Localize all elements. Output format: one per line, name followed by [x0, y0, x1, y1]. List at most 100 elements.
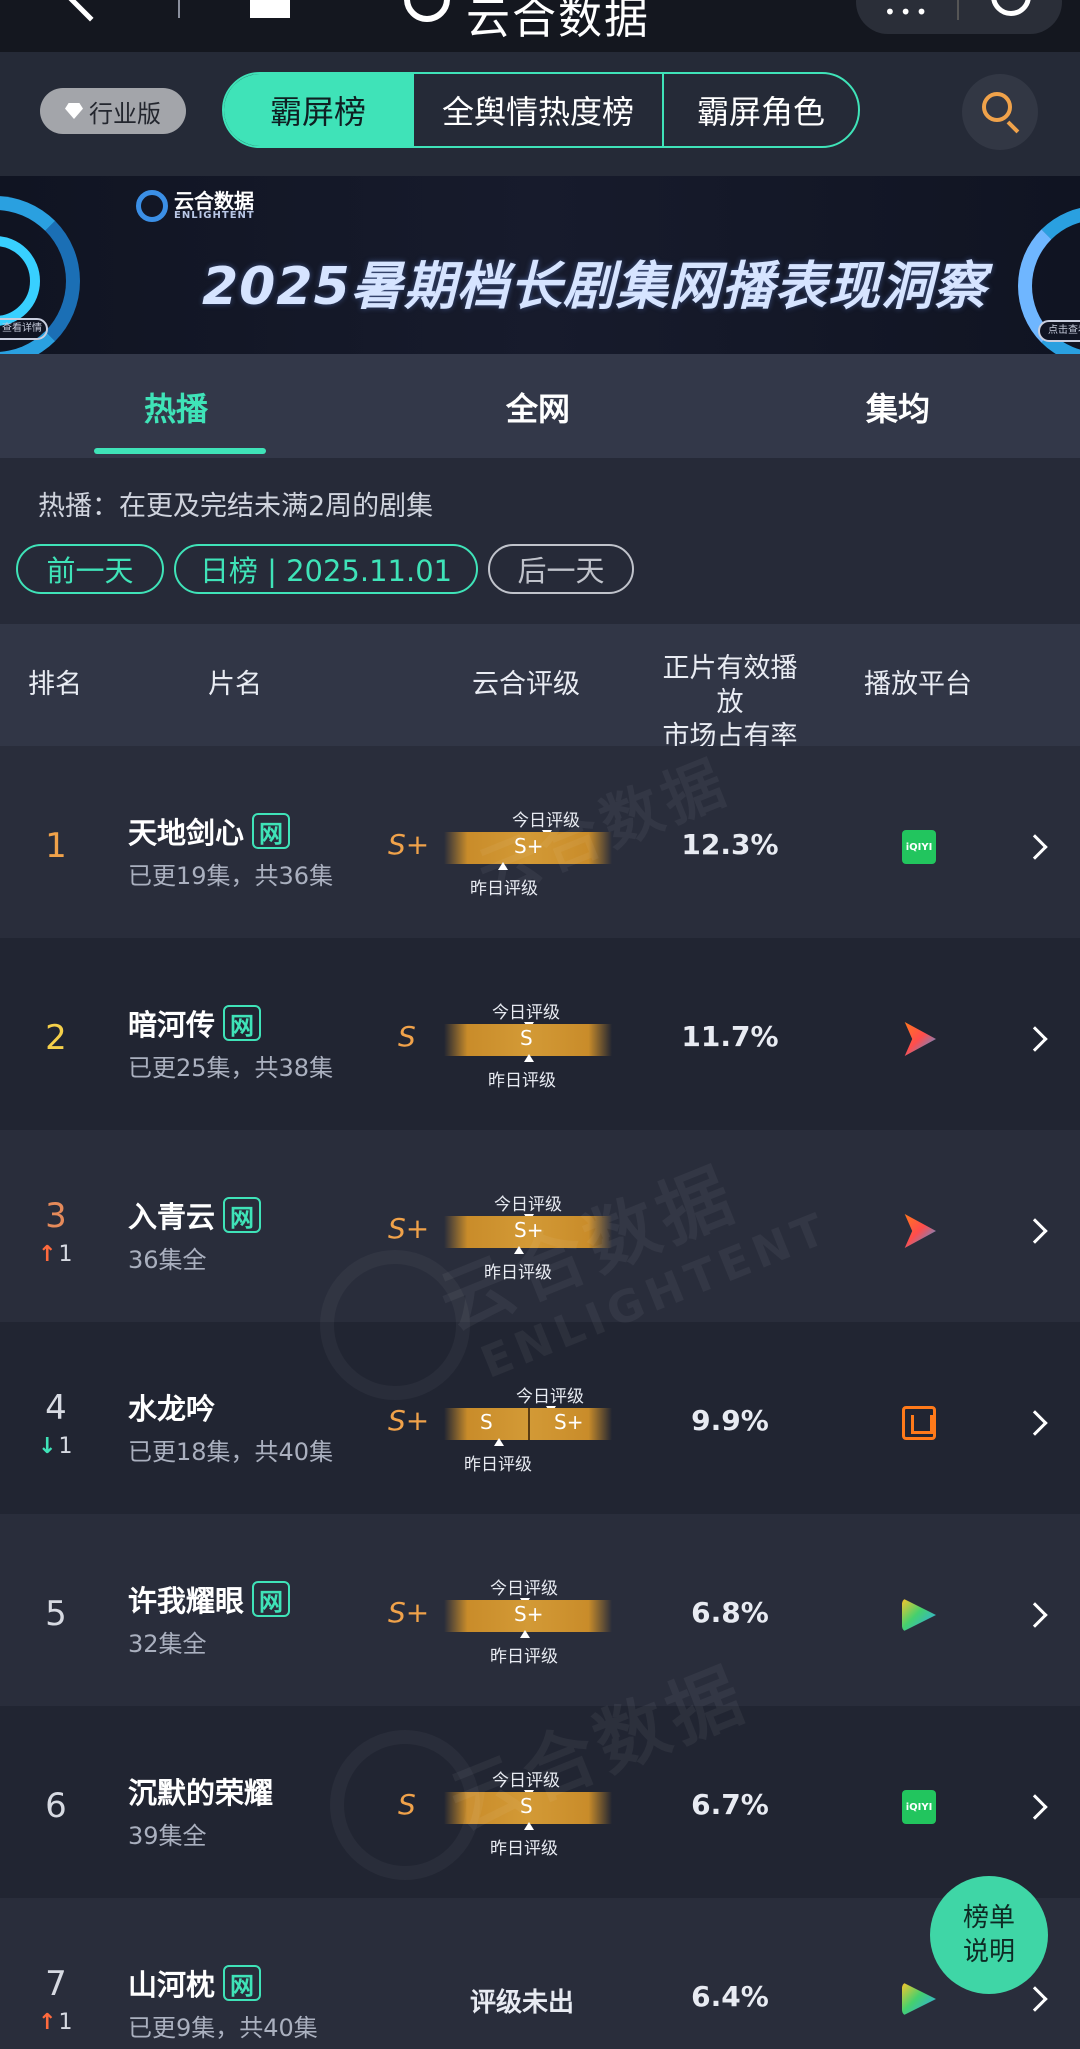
grade-value: S+: [388, 828, 430, 861]
market-share: 9.9%: [691, 1404, 769, 1437]
search-icon: [982, 92, 1012, 122]
rating-bar: S+: [444, 1216, 612, 1248]
tab-rebo[interactable]: 热播: [144, 384, 208, 430]
table-row[interactable]: 5 许我耀眼 网 32集全 S+ 今日评级 S+ 昨日评级 6.8%: [0, 1514, 1080, 1706]
web-drama-badge: 网: [252, 1581, 291, 1617]
ranking-type-tabs: 霸屏榜 全舆情热度榜 霸屏角色: [222, 72, 860, 148]
drama-title: 天地剑心 网: [128, 810, 291, 852]
episode-status: 32集全: [128, 1630, 207, 1658]
youku-icon: [904, 1214, 936, 1248]
home-icon[interactable]: [250, 0, 290, 18]
rank-number: 4: [45, 1388, 67, 1428]
iqiyi-icon: iQIYI: [902, 830, 936, 864]
grade-value: S+: [388, 1404, 430, 1437]
banner-left-pill: 查看详情: [0, 318, 48, 340]
yesterday-rating-label: 昨日评级: [490, 1647, 558, 1667]
drama-title: 暗河传 网: [128, 1002, 262, 1044]
grade-value: S: [398, 1788, 416, 1821]
back-icon[interactable]: [64, 0, 116, 22]
drama-title: 沉默的荣耀: [128, 1776, 274, 1810]
grade-value: S+: [388, 1596, 430, 1629]
drama-title: 许我耀眼 网: [128, 1578, 291, 1620]
next-day-button[interactable]: 后一天: [488, 544, 634, 594]
rank-number: 2: [45, 1018, 67, 1058]
date-selector[interactable]: 日榜 | 2025.11.01: [174, 544, 478, 594]
prev-day-button[interactable]: 前一天: [16, 544, 164, 594]
drama-title: 入青云 网: [128, 1194, 262, 1236]
tab-quanyuqing[interactable]: 全舆情热度榜: [414, 74, 664, 146]
yesterday-rating-label: 昨日评级: [490, 1839, 558, 1859]
tab-bapingbang[interactable]: 霸屏榜: [224, 74, 414, 146]
brand-logo-icon: [136, 190, 168, 222]
chevron-right-icon[interactable]: [1022, 1026, 1048, 1052]
edition-label: 行业版: [89, 99, 161, 128]
tab-bapingjuese[interactable]: 霸屏角色: [664, 74, 858, 146]
rating-bar: S+: [444, 832, 612, 864]
market-share: 6.4%: [691, 1980, 769, 2013]
more-icon[interactable]: •••: [884, 0, 931, 24]
col-rank: 排名: [28, 669, 82, 700]
ranking-explanation-button[interactable]: 榜单 说明: [930, 1876, 1048, 1994]
arrow-up-icon: ↑: [38, 1242, 57, 1267]
chevron-right-icon[interactable]: [1022, 1986, 1048, 2012]
web-drama-badge: 网: [223, 1965, 262, 2001]
grade-value: S: [398, 1020, 416, 1053]
col-title: 片名: [208, 669, 262, 700]
iqiyi-icon: iQIYI: [902, 1790, 936, 1824]
rank-number: 3: [45, 1196, 67, 1236]
sub-tabs: 热播 全网 集均: [0, 354, 1080, 458]
chevron-right-icon[interactable]: [1022, 1794, 1048, 1820]
episode-status: 已更19集，共36集: [128, 862, 334, 890]
episode-status: 36集全: [128, 1246, 207, 1274]
today-rating-label: 今日评级: [516, 1387, 584, 1407]
active-tab-underline: [94, 448, 266, 454]
youku-icon: [904, 1022, 936, 1056]
table-row[interactable]: 6 沉默的荣耀 39集全 S 今日评级 S 昨日评级 6.7% iQIYI: [0, 1706, 1080, 1898]
chevron-right-icon[interactable]: [1022, 834, 1048, 860]
rating-bar: S S+: [444, 1408, 612, 1440]
arrow-down-icon: ↓: [38, 1434, 57, 1459]
drama-title: 水龙吟: [128, 1392, 216, 1426]
table-row[interactable]: 3 ↑1 入青云 网 36集全 S+ 今日评级 S+ 昨日评级: [0, 1130, 1080, 1322]
web-drama-badge: 网: [223, 1197, 262, 1233]
diamond-icon: [65, 103, 83, 119]
yesterday-rating-label: 昨日评级: [464, 1455, 532, 1475]
app-bar: 云合数据 •••: [0, 0, 1080, 52]
today-rating-label: 今日评级: [492, 1771, 560, 1791]
col-share: 正片有效播放 市场占有率: [662, 653, 798, 752]
web-drama-badge: 网: [223, 1005, 262, 1041]
ranking-description: 热播：在更及完结未满2周的剧集: [38, 491, 434, 522]
rating-bar: S: [444, 1792, 612, 1824]
rating-bar: S+: [444, 1600, 612, 1632]
chevron-right-icon[interactable]: [1022, 1602, 1048, 1628]
header: 行业版 霸屏榜 全舆情热度榜 霸屏角色: [0, 52, 1080, 176]
drama-title: 山河枕 网: [128, 1962, 262, 2004]
mini-program-capsule[interactable]: •••: [856, 0, 1062, 34]
today-rating-label: 今日评级: [512, 811, 580, 831]
search-button[interactable]: [962, 74, 1038, 150]
tencent-video-icon: [902, 1598, 936, 1632]
rank-number: 6: [45, 1786, 67, 1826]
table-row[interactable]: 4 ↓1 水龙吟 已更18集，共40集 S+ 今日评级 S S+ 昨日评级 9.…: [0, 1322, 1080, 1514]
banner-brand: 云合数据 ENLIGHTENT: [136, 190, 255, 222]
divider: [957, 0, 959, 20]
tab-quanwang[interactable]: 全网: [506, 384, 570, 430]
edition-badge[interactable]: 行业版: [40, 88, 186, 134]
table-row[interactable]: 7 ↑1 山河枕 网 已更9集，共40集 评级未出 6.4%: [0, 1898, 1080, 2049]
rating-not-available: 评级未出: [470, 1988, 575, 2018]
chevron-right-icon[interactable]: [1022, 1218, 1048, 1244]
rank-number: 1: [45, 826, 67, 866]
yesterday-rating-label: 昨日评级: [470, 879, 538, 899]
tab-jijun[interactable]: 集均: [866, 384, 930, 430]
promo-banner[interactable]: 查看详情 点击查看 云合数据 ENLIGHTENT 2025暑期档长剧集网播表现…: [0, 176, 1080, 354]
grade-value: S+: [388, 1212, 430, 1245]
close-icon[interactable]: [991, 0, 1031, 16]
today-rating-label: 今日评级: [490, 1579, 558, 1599]
chevron-right-icon[interactable]: [1022, 1410, 1048, 1436]
table-row[interactable]: 2 暗河传 网 已更25集，共38集 S 今日评级 S 昨日评级 11.7%: [0, 938, 1080, 1130]
market-share: 12.3%: [681, 828, 779, 861]
table-row[interactable]: 1 天地剑心 网 已更19集，共36集 S+ 今日评级 S+ 昨日评级 12.3…: [0, 746, 1080, 938]
brand-name-en: ENLIGHTENT: [174, 210, 255, 221]
rank-number: 7: [45, 1964, 67, 2004]
market-share: 6.8%: [691, 1596, 769, 1629]
